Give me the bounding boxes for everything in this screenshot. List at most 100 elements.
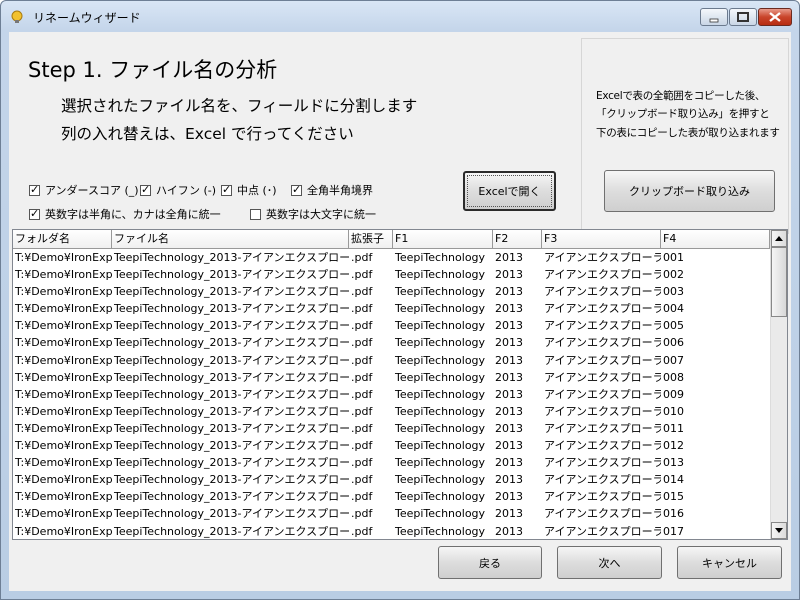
field-table[interactable]: フォルダ名 ファイル名 拡張子 F1 F2 F3 F4 T:¥Demo¥Iron… bbox=[12, 229, 788, 540]
cell-f2[interactable]: 2013 bbox=[493, 505, 542, 522]
cell-f4[interactable]: 003 bbox=[661, 283, 770, 300]
scroll-down-button[interactable] bbox=[771, 522, 787, 539]
cell-f2[interactable]: 2013 bbox=[493, 454, 542, 471]
cell-f3[interactable]: アイアンエクスプローラ bbox=[542, 471, 661, 488]
cell-f1[interactable]: TeepiTechnology bbox=[393, 488, 493, 505]
cell-f1[interactable]: TeepiTechnology bbox=[393, 317, 493, 334]
cell-f1[interactable]: TeepiTechnology bbox=[393, 352, 493, 369]
cell-f2[interactable]: 2013 bbox=[493, 352, 542, 369]
uppercase-checkbox[interactable]: 英数字は大文字に統一 bbox=[250, 206, 376, 222]
cell-f3[interactable]: アイアンエクスプローラ bbox=[542, 300, 661, 317]
cell-filename[interactable]: TeepiTechnology_2013-アイアンエクスプローラ005 bbox=[112, 317, 349, 334]
cell-filename[interactable]: TeepiTechnology_2013-アイアンエクスプローラ003 bbox=[112, 283, 349, 300]
cell-filename[interactable]: TeepiTechnology_2013-アイアンエクスプローラ008 bbox=[112, 369, 349, 386]
minimize-button[interactable] bbox=[700, 8, 728, 26]
cell-f4[interactable]: 009 bbox=[661, 386, 770, 403]
cell-f1[interactable]: TeepiTechnology bbox=[393, 471, 493, 488]
cell-extension[interactable]: .pdf bbox=[349, 352, 393, 369]
table-row[interactable]: T:¥Demo¥IronExplo TeepiTechnology_2013-アイ… bbox=[13, 403, 770, 420]
cell-extension[interactable]: .pdf bbox=[349, 403, 393, 420]
cell-f1[interactable]: TeepiTechnology bbox=[393, 369, 493, 386]
cell-folder[interactable]: T:¥Demo¥IronExplo bbox=[13, 300, 112, 317]
table-row[interactable]: T:¥Demo¥IronExplo TeepiTechnology_2013-アイ… bbox=[13, 249, 770, 266]
cell-f3[interactable]: アイアンエクスプローラ bbox=[542, 437, 661, 454]
cell-f1[interactable]: TeepiTechnology bbox=[393, 266, 493, 283]
open-excel-button[interactable]: Excelで開く bbox=[463, 171, 556, 211]
cell-folder[interactable]: T:¥Demo¥IronExplo bbox=[13, 249, 112, 266]
cell-f2[interactable]: 2013 bbox=[493, 369, 542, 386]
cell-f1[interactable]: TeepiTechnology bbox=[393, 249, 493, 266]
cell-extension[interactable]: .pdf bbox=[349, 437, 393, 454]
cell-f2[interactable]: 2013 bbox=[493, 403, 542, 420]
cell-f2[interactable]: 2013 bbox=[493, 317, 542, 334]
cell-folder[interactable]: T:¥Demo¥IronExplo bbox=[13, 317, 112, 334]
cell-folder[interactable]: T:¥Demo¥IronExplo bbox=[13, 437, 112, 454]
cell-f4[interactable]: 004 bbox=[661, 300, 770, 317]
cell-f2[interactable]: 2013 bbox=[493, 488, 542, 505]
cell-folder[interactable]: T:¥Demo¥IronExplo bbox=[13, 523, 112, 540]
column-header-f1[interactable]: F1 bbox=[393, 230, 493, 248]
cell-folder[interactable]: T:¥Demo¥IronExplo bbox=[13, 283, 112, 300]
cell-extension[interactable]: .pdf bbox=[349, 249, 393, 266]
cell-f3[interactable]: アイアンエクスプローラ bbox=[542, 488, 661, 505]
cell-f1[interactable]: TeepiTechnology bbox=[393, 283, 493, 300]
cell-f1[interactable]: TeepiTechnology bbox=[393, 505, 493, 522]
cell-filename[interactable]: TeepiTechnology_2013-アイアンエクスプローラ017 bbox=[112, 523, 349, 540]
cell-filename[interactable]: TeepiTechnology_2013-アイアンエクスプローラ007 bbox=[112, 352, 349, 369]
cell-filename[interactable]: TeepiTechnology_2013-アイアンエクスプローラ014 bbox=[112, 471, 349, 488]
table-row[interactable]: T:¥Demo¥IronExplo TeepiTechnology_2013-アイ… bbox=[13, 386, 770, 403]
underscore-checkbox[interactable]: アンダースコア (_) bbox=[29, 182, 139, 198]
cell-f4[interactable]: 010 bbox=[661, 403, 770, 420]
cell-extension[interactable]: .pdf bbox=[349, 317, 393, 334]
cell-f2[interactable]: 2013 bbox=[493, 471, 542, 488]
cell-f3[interactable]: アイアンエクスプローラ bbox=[542, 249, 661, 266]
cancel-button[interactable]: キャンセル bbox=[677, 546, 782, 579]
maximize-button[interactable] bbox=[729, 8, 757, 26]
cell-f2[interactable]: 2013 bbox=[493, 300, 542, 317]
scroll-up-button[interactable] bbox=[771, 230, 787, 247]
column-header-folder[interactable]: フォルダ名 bbox=[13, 230, 112, 248]
cell-f2[interactable]: 2013 bbox=[493, 283, 542, 300]
table-row[interactable]: T:¥Demo¥IronExplo TeepiTechnology_2013-アイ… bbox=[13, 488, 770, 505]
cell-f2[interactable]: 2013 bbox=[493, 266, 542, 283]
cell-f1[interactable]: TeepiTechnology bbox=[393, 300, 493, 317]
column-header-f3[interactable]: F3 bbox=[542, 230, 661, 248]
cell-f4[interactable]: 015 bbox=[661, 488, 770, 505]
column-header-f4[interactable]: F4 bbox=[661, 230, 770, 248]
cell-f1[interactable]: TeepiTechnology bbox=[393, 403, 493, 420]
cell-extension[interactable]: .pdf bbox=[349, 300, 393, 317]
cell-f4[interactable]: 006 bbox=[661, 334, 770, 351]
cell-extension[interactable]: .pdf bbox=[349, 334, 393, 351]
cell-f1[interactable]: TeepiTechnology bbox=[393, 420, 493, 437]
table-row[interactable]: T:¥Demo¥IronExplo TeepiTechnology_2013-アイ… bbox=[13, 505, 770, 522]
scrollbar-thumb[interactable] bbox=[771, 247, 787, 317]
cell-f4[interactable]: 005 bbox=[661, 317, 770, 334]
cell-folder[interactable]: T:¥Demo¥IronExplo bbox=[13, 505, 112, 522]
table-row[interactable]: T:¥Demo¥IronExplo TeepiTechnology_2013-アイ… bbox=[13, 283, 770, 300]
table-row[interactable]: T:¥Demo¥IronExplo TeepiTechnology_2013-アイ… bbox=[13, 523, 770, 540]
cell-f4[interactable]: 011 bbox=[661, 420, 770, 437]
cell-f4[interactable]: 002 bbox=[661, 266, 770, 283]
cell-extension[interactable]: .pdf bbox=[349, 505, 393, 522]
cell-f1[interactable]: TeepiTechnology bbox=[393, 523, 493, 540]
cell-f2[interactable]: 2013 bbox=[493, 437, 542, 454]
cell-f2[interactable]: 2013 bbox=[493, 386, 542, 403]
cell-folder[interactable]: T:¥Demo¥IronExplo bbox=[13, 471, 112, 488]
middot-checkbox[interactable]: 中点 (･) bbox=[221, 182, 277, 198]
cell-folder[interactable]: T:¥Demo¥IronExplo bbox=[13, 369, 112, 386]
cell-f3[interactable]: アイアンエクスプローラ bbox=[542, 369, 661, 386]
cell-f3[interactable]: アイアンエクスプローラ bbox=[542, 266, 661, 283]
cell-extension[interactable]: .pdf bbox=[349, 283, 393, 300]
column-header-filename[interactable]: ファイル名 bbox=[112, 230, 349, 248]
cell-f3[interactable]: アイアンエクスプローラ bbox=[542, 386, 661, 403]
cell-filename[interactable]: TeepiTechnology_2013-アイアンエクスプローラ006 bbox=[112, 334, 349, 351]
table-row[interactable]: T:¥Demo¥IronExplo TeepiTechnology_2013-アイ… bbox=[13, 437, 770, 454]
cell-f1[interactable]: TeepiTechnology bbox=[393, 386, 493, 403]
cell-f4[interactable]: 013 bbox=[661, 454, 770, 471]
table-row[interactable]: T:¥Demo¥IronExplo TeepiTechnology_2013-アイ… bbox=[13, 471, 770, 488]
cell-f4[interactable]: 012 bbox=[661, 437, 770, 454]
cell-extension[interactable]: .pdf bbox=[349, 386, 393, 403]
cell-f3[interactable]: アイアンエクスプローラ bbox=[542, 283, 661, 300]
cell-f3[interactable]: アイアンエクスプローラ bbox=[542, 420, 661, 437]
cell-filename[interactable]: TeepiTechnology_2013-アイアンエクスプローラ010 bbox=[112, 403, 349, 420]
